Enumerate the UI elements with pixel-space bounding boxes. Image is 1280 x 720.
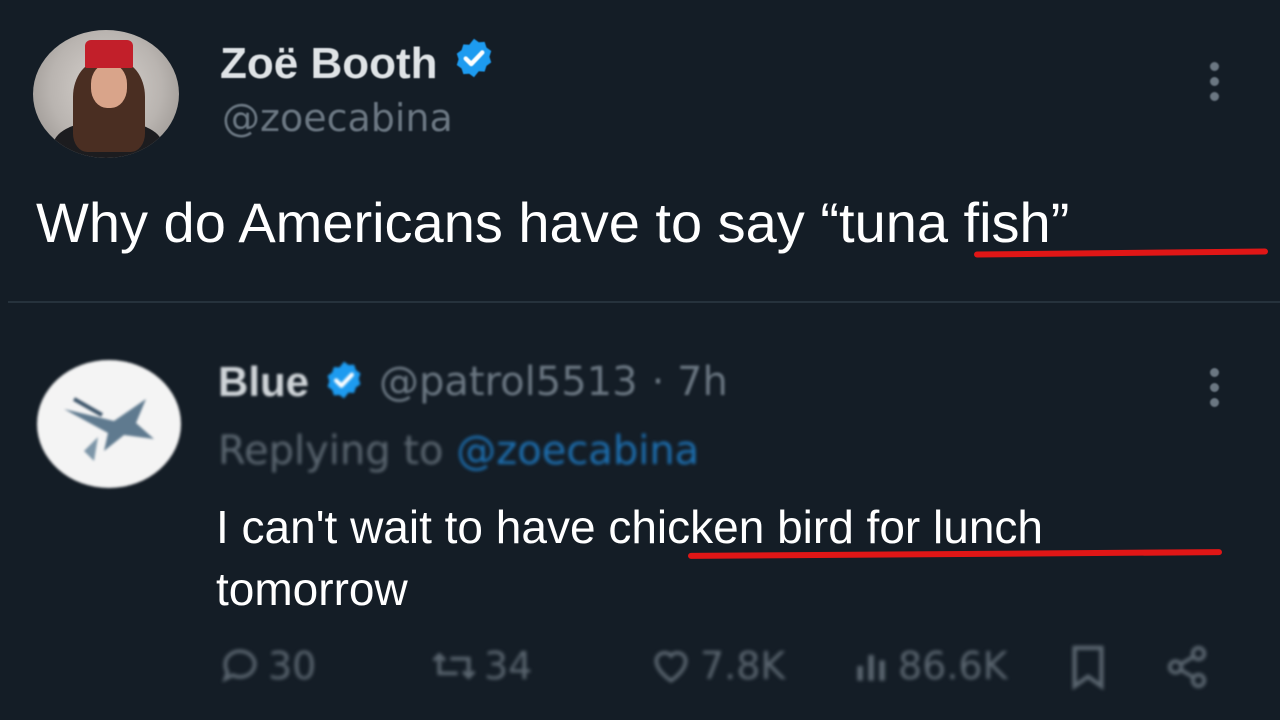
retweet-action[interactable]: 34 bbox=[430, 644, 532, 688]
comment-icon bbox=[222, 649, 257, 683]
reply-header: Blue @patrol5513 · 7h bbox=[218, 358, 728, 406]
author-name[interactable]: Zoë Booth bbox=[220, 39, 438, 89]
reply-author-avatar[interactable] bbox=[37, 360, 181, 488]
reply-time[interactable]: · 7h bbox=[652, 359, 728, 405]
original-tweet[interactable]: Zoë Booth @zoecabina Why do Americans ha… bbox=[0, 0, 1280, 302]
replying-to-label: Replying to bbox=[218, 428, 444, 474]
author-handle[interactable]: @zoecabina bbox=[222, 96, 453, 140]
action-bar: 30 34 7.8K 86.6K bbox=[218, 644, 1228, 700]
more-vertical-icon[interactable] bbox=[1208, 368, 1220, 407]
author-name-row[interactable]: Zoë Booth bbox=[220, 36, 496, 91]
tweet-text-prefix: Why do Americans have to say bbox=[36, 191, 821, 254]
bookmark-icon bbox=[1072, 645, 1104, 690]
reply-text-suffix: tomorrow bbox=[216, 563, 408, 615]
verified-badge-icon bbox=[323, 359, 365, 405]
retweet-count: 34 bbox=[484, 644, 533, 688]
analytics-icon bbox=[857, 655, 885, 681]
tweet-screenshot: Zoë Booth @zoecabina Why do Americans ha… bbox=[0, 0, 1280, 720]
reply-author-name[interactable]: Blue bbox=[218, 358, 309, 406]
reply-text-prefix: I can't wait to have bbox=[216, 501, 609, 553]
tweet-divider bbox=[8, 301, 1280, 303]
replying-to: Replying to @zoecabina bbox=[218, 428, 699, 474]
replying-to-handle[interactable]: @zoecabina bbox=[456, 428, 699, 474]
author-avatar[interactable] bbox=[33, 30, 179, 158]
share-action[interactable] bbox=[1164, 644, 1210, 690]
retweet-icon bbox=[432, 652, 476, 680]
reply-author-handle[interactable]: @patrol5513 bbox=[379, 359, 638, 405]
share-icon bbox=[1167, 645, 1207, 689]
heart-icon bbox=[654, 651, 688, 683]
like-action[interactable]: 7.8K bbox=[648, 644, 785, 688]
verified-badge-icon bbox=[452, 36, 496, 91]
bookmark-action[interactable] bbox=[1068, 644, 1108, 690]
reply-action[interactable]: 30 bbox=[218, 644, 316, 688]
tweet-text: Why do Americans have to say “tuna fish” bbox=[36, 190, 1069, 255]
more-vertical-icon[interactable] bbox=[1208, 62, 1220, 101]
swordfish-logo-icon bbox=[64, 397, 154, 461]
reply-text-highlight: chicken bird for lunch bbox=[608, 501, 1043, 553]
like-count: 7.8K bbox=[700, 644, 786, 688]
view-count: 86.6K bbox=[898, 644, 1008, 688]
reply-count: 30 bbox=[268, 644, 317, 688]
views-action[interactable]: 86.6K bbox=[852, 644, 1008, 688]
tweet-text-highlight: “tuna fish” bbox=[820, 191, 1070, 254]
